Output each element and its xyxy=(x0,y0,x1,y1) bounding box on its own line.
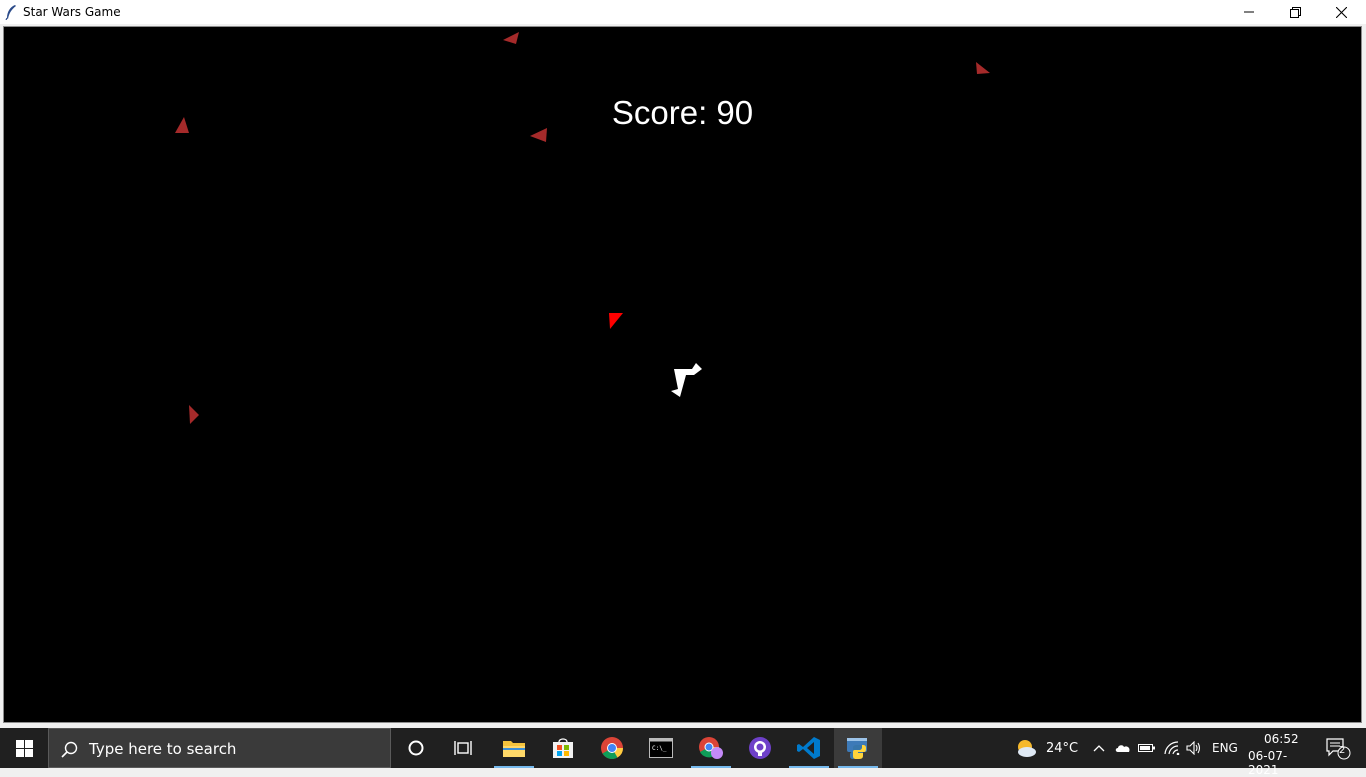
player-ship xyxy=(671,363,702,397)
file-explorer-button[interactable] xyxy=(490,728,538,768)
title-bar: Star Wars Game xyxy=(0,0,1366,24)
chevron-up-icon xyxy=(1093,745,1105,752)
chrome-button[interactable] xyxy=(588,728,636,768)
cloud-icon xyxy=(1115,745,1130,752)
chrome-profile-button[interactable] xyxy=(687,728,735,768)
language-indicator[interactable]: ENG xyxy=(1212,741,1238,755)
window-title: Star Wars Game xyxy=(23,5,121,19)
restore-icon xyxy=(1289,6,1301,18)
network-button[interactable] xyxy=(1160,728,1184,768)
game-canvas[interactable]: Score: 90 xyxy=(3,26,1362,723)
task-view-icon xyxy=(454,741,472,755)
vscode-icon xyxy=(797,737,820,759)
search-placeholder: Type here to search xyxy=(89,740,237,758)
search-box[interactable]: Type here to search xyxy=(48,728,391,768)
windows-logo-icon xyxy=(15,739,33,757)
github-icon xyxy=(749,737,771,759)
minimize-icon xyxy=(1244,11,1254,13)
battery-icon xyxy=(1138,744,1155,752)
notification-icon xyxy=(1326,738,1351,760)
bullet xyxy=(609,313,623,329)
score-label: Score: 90 xyxy=(611,94,754,131)
volume-button[interactable] xyxy=(1183,728,1205,768)
task-view-button[interactable] xyxy=(440,728,488,768)
speaker-icon xyxy=(1186,741,1201,755)
vscode-button[interactable] xyxy=(785,728,833,768)
close-icon xyxy=(1335,6,1347,18)
weather-button[interactable] xyxy=(1012,728,1040,768)
store-bag-icon xyxy=(553,738,573,758)
onedrive-button[interactable] xyxy=(1111,728,1135,768)
start-button[interactable] xyxy=(0,728,48,768)
battery-button[interactable] xyxy=(1135,728,1159,768)
microsoft-store-button[interactable] xyxy=(539,728,587,768)
show-hidden-icons-button[interactable] xyxy=(1088,728,1110,768)
folder-icon xyxy=(503,741,525,757)
notification-count: 2 xyxy=(1339,745,1346,756)
weather-sun-cloud-icon xyxy=(1018,740,1036,757)
weather-temperature: 24°C xyxy=(1046,741,1079,756)
cortana-circle-icon xyxy=(408,740,424,756)
search-icon xyxy=(61,741,78,758)
action-center-button[interactable]: 2 xyxy=(1318,728,1358,768)
github-desktop-button[interactable] xyxy=(736,728,784,768)
cortana-button[interactable] xyxy=(392,728,440,768)
enemy-ship xyxy=(503,32,519,44)
clock-time: 06:52 xyxy=(1264,732,1299,746)
taskbar: Type here to search C:\_ 24°C ENG 06:52 … xyxy=(0,728,1366,777)
feather-icon xyxy=(4,4,18,21)
close-button[interactable] xyxy=(1318,0,1364,24)
clock-date: 06-07-2021 xyxy=(1248,749,1288,777)
restore-button[interactable] xyxy=(1272,0,1318,24)
minimize-button[interactable] xyxy=(1226,0,1272,24)
python-icon xyxy=(847,738,867,759)
clock[interactable]: 06:52 06-07-2021 xyxy=(1244,728,1312,777)
enemy-ship xyxy=(175,117,189,133)
svg-text:C:\_: C:\_ xyxy=(652,745,667,752)
terminal-icon: C:\_ xyxy=(649,738,673,758)
wifi-icon xyxy=(1164,741,1180,755)
python-button[interactable] xyxy=(834,728,882,768)
enemy-ship xyxy=(189,405,199,424)
enemy-ship xyxy=(530,128,547,142)
enemy-ship xyxy=(976,62,990,74)
terminal-button[interactable]: C:\_ xyxy=(637,728,685,768)
chrome-icon xyxy=(601,737,623,759)
chrome-profile-icon xyxy=(699,737,723,759)
